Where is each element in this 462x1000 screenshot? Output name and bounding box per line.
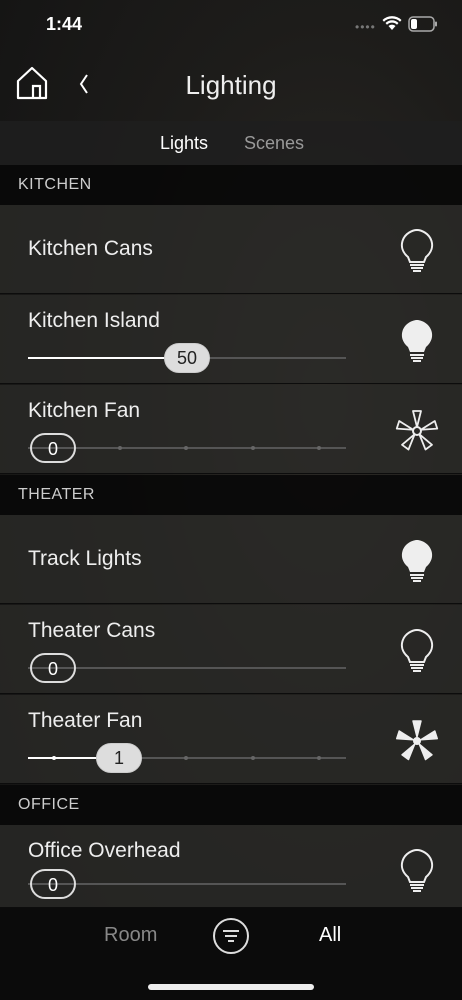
section-label: THEATER — [18, 486, 95, 503]
device-row-track-lights[interactable]: Track Lights — [0, 515, 462, 604]
fan-speed-slider[interactable]: 1 — [28, 741, 346, 775]
all-filter-button[interactable]: All — [319, 924, 341, 947]
bulb-off-icon[interactable] — [392, 847, 442, 895]
slider-tick — [184, 446, 188, 450]
bulb-on-icon[interactable] — [392, 537, 442, 585]
page-title: Lighting — [185, 70, 277, 100]
device-name: Kitchen Island — [28, 309, 160, 332]
slider-tick — [317, 446, 321, 450]
slider-tick — [184, 756, 188, 760]
slider-thumb[interactable]: 50 — [164, 343, 210, 373]
slider-thumb[interactable]: 0 — [30, 869, 76, 899]
room-filter-button[interactable]: Room — [104, 924, 157, 947]
slider-thumb[interactable]: 0 — [30, 433, 76, 463]
bottom-bar: Room All — [0, 908, 462, 1000]
slider-tick — [317, 756, 321, 760]
slider-tick — [118, 446, 122, 450]
fan-on-icon[interactable] — [392, 717, 442, 765]
device-name: Kitchen Cans — [28, 237, 153, 260]
device-row-kitchen-fan[interactable]: Kitchen Fan 0 — [0, 385, 462, 474]
device-row-office-overhead[interactable]: Office Overhead 0 — [0, 825, 462, 908]
status-bar: 1:44 •••• — [0, 0, 462, 52]
tab-lights[interactable]: Lights — [160, 133, 208, 154]
wifi-icon — [382, 16, 402, 30]
tab-scenes[interactable]: Scenes — [244, 133, 304, 154]
status-time: 1:44 — [46, 14, 83, 34]
device-row-kitchen-island[interactable]: Kitchen Island 50 — [0, 295, 462, 384]
device-name: Kitchen Fan — [28, 399, 141, 422]
device-row-kitchen-cans[interactable]: Kitchen Cans — [0, 205, 462, 294]
bulb-off-icon[interactable] — [392, 627, 442, 675]
filter-button[interactable] — [213, 918, 249, 954]
bulb-off-icon[interactable] — [392, 227, 442, 275]
section-header-kitchen: KITCHEN — [0, 165, 462, 205]
dimmer-slider[interactable]: 0 — [28, 867, 346, 901]
section-header-office: OFFICE — [0, 785, 462, 825]
fan-off-icon[interactable] — [392, 407, 442, 455]
slider-tick — [251, 446, 255, 450]
filter-icon — [223, 930, 239, 942]
cellular-signal-icon: •••• — [355, 20, 376, 34]
device-name: Theater Fan — [28, 709, 143, 732]
slider-fill — [28, 357, 186, 359]
device-name: Track Lights — [28, 547, 142, 570]
slider-tick — [251, 756, 255, 760]
slider-thumb[interactable]: 1 — [96, 743, 142, 773]
device-name: Office Overhead — [28, 839, 181, 862]
section-header-theater: THEATER — [0, 475, 462, 515]
device-name: Theater Cans — [28, 619, 156, 642]
header: Lighting — [0, 52, 462, 120]
slider-thumb[interactable]: 0 — [30, 653, 76, 683]
battery-icon — [408, 16, 437, 32]
device-row-theater-fan[interactable]: Theater Fan 1 — [0, 695, 462, 784]
bulb-on-icon[interactable] — [392, 317, 442, 365]
section-label: OFFICE — [18, 796, 80, 813]
dimmer-slider[interactable]: 50 — [28, 341, 346, 375]
slider-tick — [52, 756, 56, 760]
section-label: KITCHEN — [18, 176, 92, 193]
device-row-theater-cans[interactable]: Theater Cans 0 — [0, 605, 462, 694]
dimmer-slider[interactable]: 0 — [28, 651, 346, 685]
segment-tabs: Lights Scenes — [0, 121, 462, 165]
fan-speed-slider[interactable]: 0 — [28, 431, 346, 465]
home-indicator[interactable] — [148, 984, 314, 990]
